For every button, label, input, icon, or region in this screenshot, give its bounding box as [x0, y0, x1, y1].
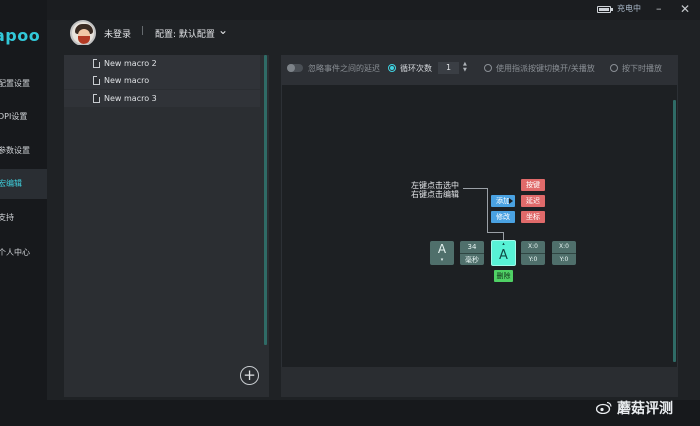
add-chip-label: 添加	[496, 197, 510, 205]
nav-item-label: 配置设置	[0, 79, 30, 88]
hint-right-click: 右键点击编辑	[411, 190, 459, 199]
delay-value: 34	[460, 241, 484, 254]
config-selector[interactable]: 配置: 默认配置	[155, 27, 215, 40]
submenu-arrow-icon	[509, 198, 513, 204]
mouse-move-event[interactable]: X:0 Y:0	[552, 241, 576, 265]
modify-menu-chip[interactable]: 修改	[491, 211, 515, 223]
nav-item-macro-editor[interactable]: 宏编辑	[0, 169, 47, 199]
key-menu-chip[interactable]: 按键	[521, 179, 545, 191]
avatar[interactable]	[70, 20, 96, 46]
key-down-event[interactable]: A ▾	[430, 241, 454, 265]
key-up-event-selected[interactable]: ▴ A	[491, 240, 516, 266]
hint-connector	[487, 188, 488, 232]
nav-item-support[interactable]: 支持	[0, 203, 47, 233]
hold-play-radio[interactable]	[610, 64, 618, 72]
key-name: A	[499, 248, 508, 263]
add-macro-button[interactable]: +	[240, 366, 259, 385]
brand-logo: apoo	[0, 26, 41, 45]
nav-item-config-settings[interactable]: 配置设置	[0, 69, 47, 99]
battery-icon	[597, 6, 613, 13]
editor-scrollbar[interactable]	[673, 100, 676, 362]
hint-connector	[503, 232, 504, 240]
nav-item-user-center[interactable]: 个人中心	[0, 238, 47, 268]
macro-editor-panel	[281, 55, 678, 397]
toggle-play-label: 使用指派按键切换开/关播放	[496, 64, 595, 73]
delay-event[interactable]: 34 毫秒	[460, 241, 484, 265]
mouse-move-event[interactable]: X:0 Y:0	[521, 241, 545, 265]
hint-connector	[463, 188, 487, 189]
y-coordinate: Y:0	[559, 256, 569, 263]
header-separator: |	[141, 26, 145, 36]
nav-item-label: 宏编辑	[0, 179, 22, 188]
ignore-delay-toggle[interactable]	[287, 64, 303, 72]
document-icon	[93, 94, 100, 103]
loop-count-input[interactable]: 1	[438, 62, 459, 74]
arrow-down-icon: ▾	[440, 257, 444, 263]
macro-list-item[interactable]: New macro 2	[64, 55, 260, 72]
editor-footer	[281, 367, 678, 397]
macro-name: New macro 2	[104, 59, 157, 68]
avatar-beard	[78, 36, 90, 44]
loop-count-label: 循环次数	[400, 64, 432, 73]
ignore-delay-label: 忽略事件之间的延迟	[308, 64, 380, 73]
loop-count-radio[interactable]	[388, 64, 396, 72]
toggle-play-radio[interactable]	[484, 64, 492, 72]
document-icon	[93, 76, 100, 85]
key-name: A	[437, 242, 447, 256]
key-chip-label: 按键	[526, 181, 540, 189]
nav-item-label: 参数设置	[0, 146, 30, 155]
chevron-down-icon[interactable]: ⌄	[218, 23, 228, 37]
hold-play-label: 按下时播放	[622, 64, 662, 73]
x-coordinate: X:0	[521, 241, 545, 254]
delay-chip-label: 延迟	[526, 197, 540, 205]
nav-item-dpi-settings[interactable]: DPI设置	[0, 102, 47, 132]
battery-level	[599, 8, 609, 11]
charging-status: 充电中	[617, 4, 641, 13]
coordinate-chip-label: 坐标	[526, 213, 540, 221]
modify-chip-label: 修改	[496, 213, 510, 221]
hint-connector	[487, 232, 503, 233]
loop-count-stepper[interactable]: ▲ ▼	[463, 61, 467, 73]
nav-item-label: 支持	[0, 213, 14, 222]
delete-button[interactable]: 删除	[494, 270, 513, 282]
macro-list-item[interactable]: New macro	[64, 72, 260, 89]
delay-menu-chip[interactable]: 延迟	[521, 195, 545, 207]
macro-name: New macro 3	[104, 94, 157, 103]
delete-label: 删除	[496, 272, 511, 280]
x-coordinate: X:0	[552, 241, 576, 254]
watermark-text: 蘑菇评测	[617, 401, 673, 417]
weibo-icon	[596, 401, 612, 414]
y-coordinate: Y:0	[528, 256, 538, 263]
delay-unit: 毫秒	[465, 256, 479, 264]
login-link[interactable]: 未登录	[104, 27, 131, 40]
macro-name: New macro	[104, 76, 150, 85]
coordinate-menu-chip[interactable]: 坐标	[521, 211, 545, 223]
nav-item-label: 个人中心	[0, 248, 30, 257]
close-button[interactable]: ✕	[680, 2, 690, 16]
arrow-up-icon: ▴	[502, 241, 505, 247]
document-icon	[93, 59, 100, 68]
title-bar: 充电中 – ✕	[0, 0, 700, 20]
nav-item-param-settings[interactable]: 参数设置	[0, 136, 47, 166]
macro-list-scrollbar[interactable]	[264, 55, 267, 345]
minimize-button[interactable]: –	[656, 2, 662, 16]
left-navigation: apoo 配置设置 DPI设置 参数设置 宏编辑 支持 个人中心	[0, 0, 47, 426]
nav-item-label: DPI设置	[0, 112, 28, 121]
macro-list-item[interactable]: New macro 3	[64, 90, 260, 107]
